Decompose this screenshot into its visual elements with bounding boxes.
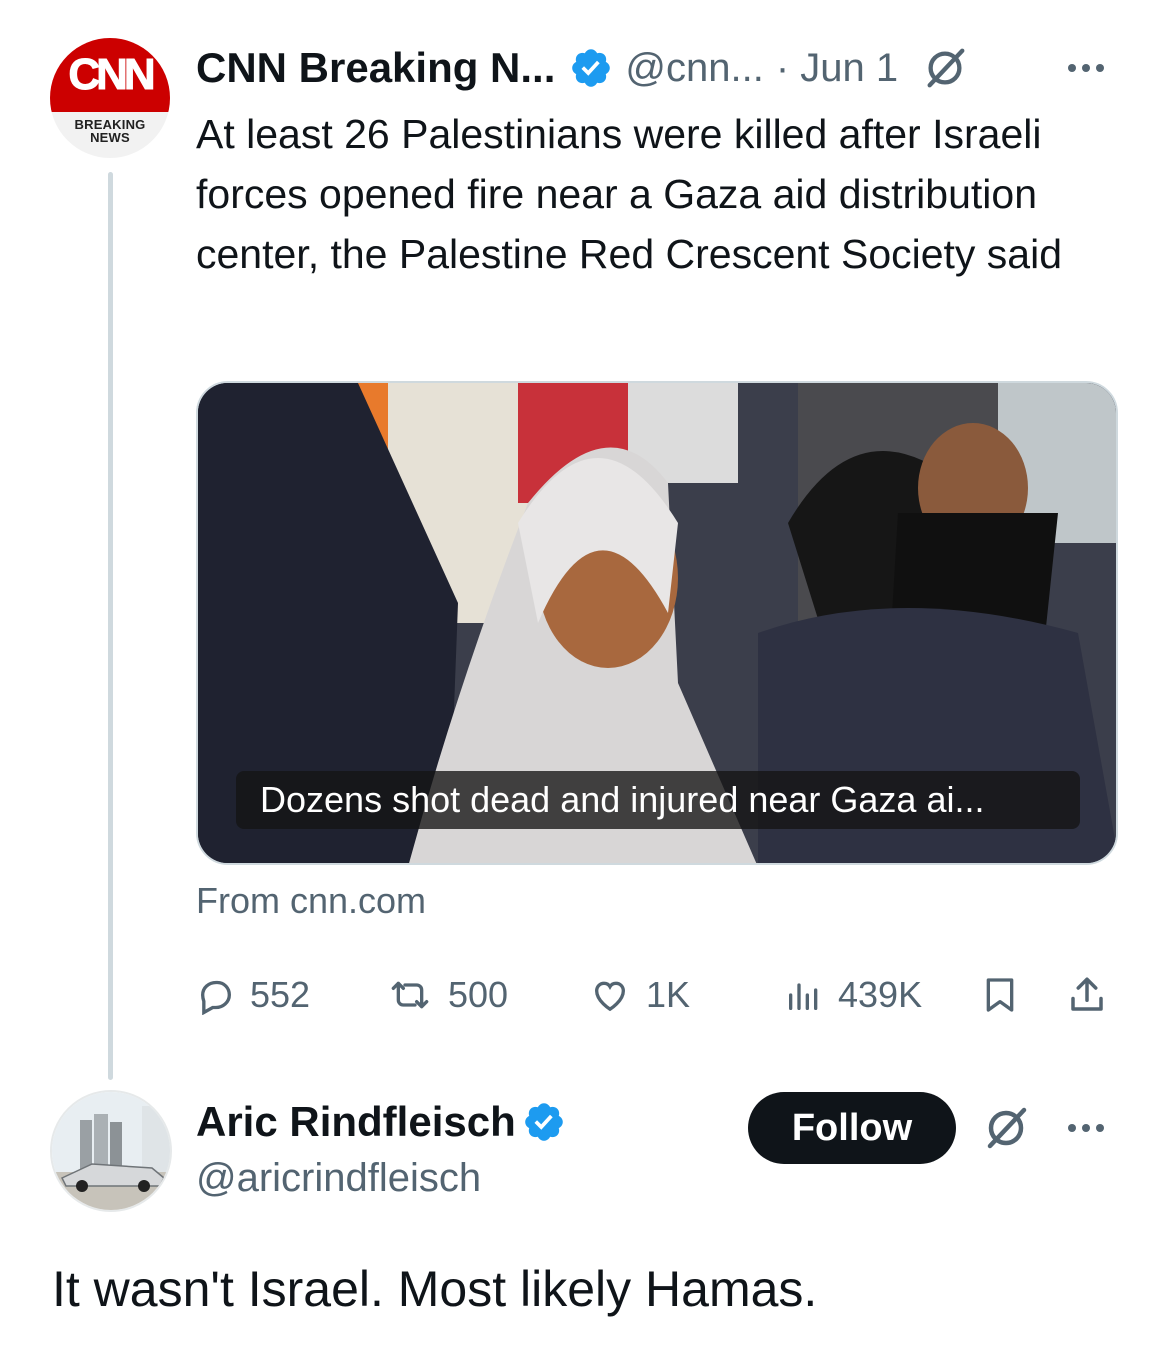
more-icon[interactable] [1068, 64, 1104, 72]
views-icon [789, 983, 818, 1010]
tweet-date[interactable]: · Jun 1 [776, 46, 898, 91]
reply-count: 552 [250, 974, 311, 1015]
more-icon[interactable] [1068, 1124, 1104, 1132]
like-count: 1K [646, 974, 691, 1015]
like-button[interactable]: 1K [588, 962, 690, 1028]
verified-badge-icon [524, 1103, 563, 1141]
reply-text: It wasn't Israel. Most likely Hamas. [52, 1261, 818, 1317]
author-name[interactable]: CNN Breaking N... [196, 44, 555, 92]
author-handle[interactable]: @cnn... [625, 46, 763, 91]
reply-author-name[interactable]: Aric Rindfleisch [196, 1098, 516, 1146]
grok-icon[interactable] [982, 1104, 1030, 1152]
repost-count: 500 [448, 974, 509, 1015]
like-icon [594, 981, 626, 1012]
reply-author: Aric Rindfleisch [196, 1094, 566, 1150]
breaking-news-label: BREAKING NEWS [50, 112, 170, 158]
tweet-actions: 552 500 1K 439K [196, 962, 1118, 1028]
media-caption: Dozens shot dead and injured near Gaza a… [236, 771, 1080, 829]
reply-author-handle[interactable]: @aricrindfleisch [196, 1156, 481, 1201]
tweet-text: At least 26 Palestinians were killed aft… [196, 111, 1063, 277]
bookmark-icon [986, 978, 1014, 1012]
share-button[interactable] [1066, 962, 1108, 1028]
bookmark-button[interactable] [980, 962, 1020, 1028]
cnn-avatar[interactable]: CNN BREAKING NEWS [50, 38, 170, 158]
cnn-logo: CNN [50, 38, 170, 112]
tweet-media[interactable]: Dozens shot dead and injured near Gaza a… [196, 381, 1118, 865]
reply-button[interactable]: 552 [196, 962, 310, 1028]
views-button[interactable]: 439K [784, 962, 922, 1028]
reply-icon [200, 980, 232, 1015]
repost-button[interactable]: 500 [386, 962, 508, 1028]
avatar-photo [52, 1092, 170, 1210]
thread-line [108, 172, 113, 1080]
views-count: 439K [838, 974, 923, 1015]
tweet-header: CNN Breaking N... @cnn... · Jun 1 [196, 40, 968, 96]
link-source[interactable]: From cnn.com [196, 880, 426, 922]
follow-button[interactable]: Follow [748, 1092, 956, 1164]
share-icon [1071, 977, 1103, 1011]
repost-icon [391, 981, 429, 1009]
verified-badge-icon [572, 49, 611, 87]
grok-icon[interactable] [922, 45, 968, 91]
cnn-logo-text: CNN [68, 50, 156, 100]
aric-avatar[interactable] [50, 1090, 172, 1212]
